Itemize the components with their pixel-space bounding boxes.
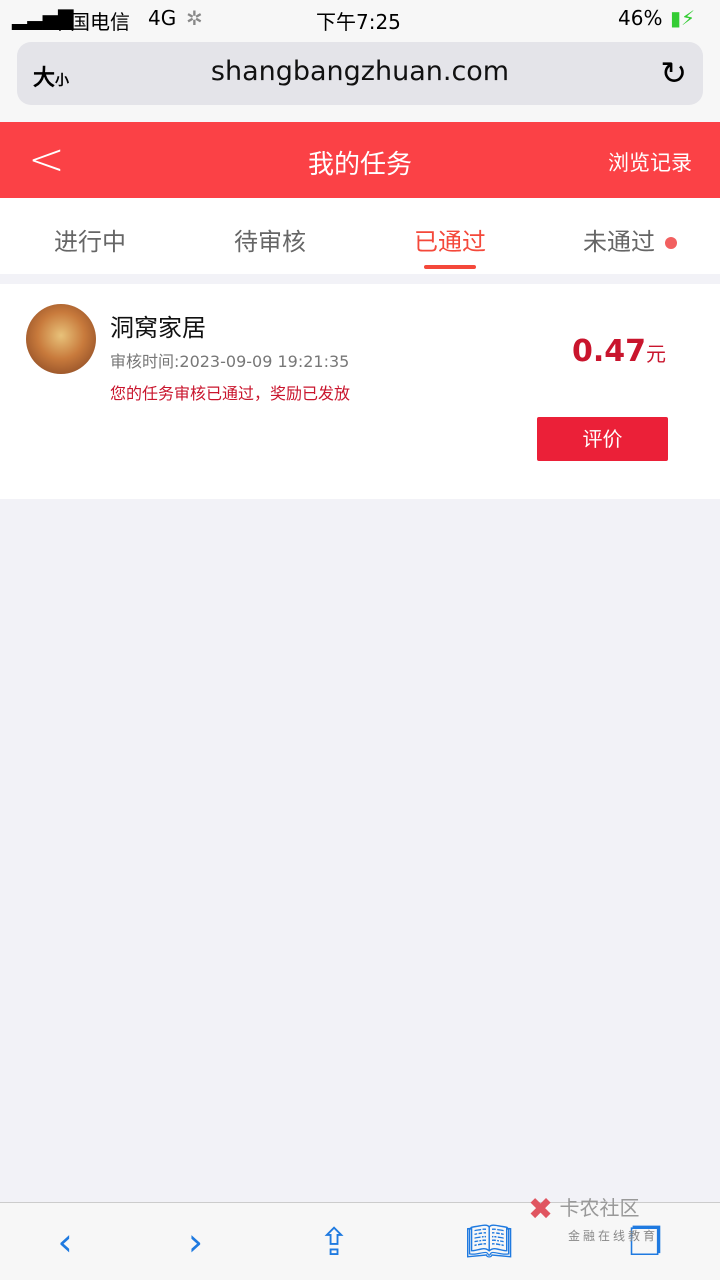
clock: 下午7:25: [316, 10, 401, 34]
amount: 0.47: [571, 334, 646, 369]
forward-nav-icon[interactable]: ›: [188, 1220, 203, 1264]
currency-unit: 元: [646, 342, 666, 366]
battery-charging-icon: ▮⚡: [670, 6, 696, 30]
url-field[interactable]: 大小 shangbangzhuan.com ↻: [17, 42, 703, 105]
loading-icon: ✲: [186, 6, 203, 30]
review-time: 审核时间:2023-09-09 19:21:35: [110, 352, 350, 371]
watermark-subtitle: 金融在线教育: [567, 1229, 658, 1243]
battery-percent: 46%: [618, 6, 663, 30]
status-bar: ▂▃▅▇ 中国电信 4G ✲ 下午7:25 46% ▮⚡: [0, 0, 720, 38]
reload-icon[interactable]: ↻: [660, 54, 687, 92]
task-tabs: 进行中 待审核 已通过 未通过: [0, 198, 720, 274]
tab-in-progress[interactable]: 进行中: [0, 198, 180, 274]
network: 4G: [148, 6, 177, 30]
avatar: [26, 304, 96, 374]
tab-rejected[interactable]: 未通过: [540, 198, 720, 274]
watermark-title: 卡农社区: [559, 1196, 640, 1220]
notification-dot: [665, 237, 677, 249]
task-name: 洞窝家居: [110, 314, 206, 342]
reward-amount: 0.47元: [572, 334, 666, 369]
back-nav-icon[interactable]: ‹: [58, 1220, 73, 1264]
status-message: 您的任务审核已通过，奖励已发放: [110, 384, 351, 403]
tab-pending[interactable]: 待审核: [180, 198, 360, 274]
task-card: 洞窝家居 审核时间:2023-09-09 19:21:35 您的任务审核已通过，…: [0, 284, 720, 499]
share-icon[interactable]: ⇪: [318, 1220, 350, 1264]
tab-approved[interactable]: 已通过: [360, 198, 540, 274]
bookmarks-icon[interactable]: 📖︎: [465, 1219, 513, 1264]
tab-label: 进行中: [54, 228, 126, 256]
history-link[interactable]: 浏览记录: [608, 147, 692, 177]
carrier: 中国电信: [50, 10, 130, 34]
browser-address-bar: 大小 shangbangzhuan.com ↻: [0, 38, 720, 122]
watermark-logo-icon: ✖: [527, 1192, 554, 1227]
page-header: < 我的任务 浏览记录: [0, 122, 720, 198]
review-button[interactable]: 评价: [537, 417, 668, 461]
watermark: ✖ 卡农社区金融在线教育: [528, 1192, 658, 1244]
tab-label: 已通过: [414, 228, 486, 256]
tab-label: 待审核: [234, 228, 306, 256]
url-text: shangbangzhuan.com: [210, 56, 510, 87]
tab-label: 未通过: [583, 228, 655, 256]
